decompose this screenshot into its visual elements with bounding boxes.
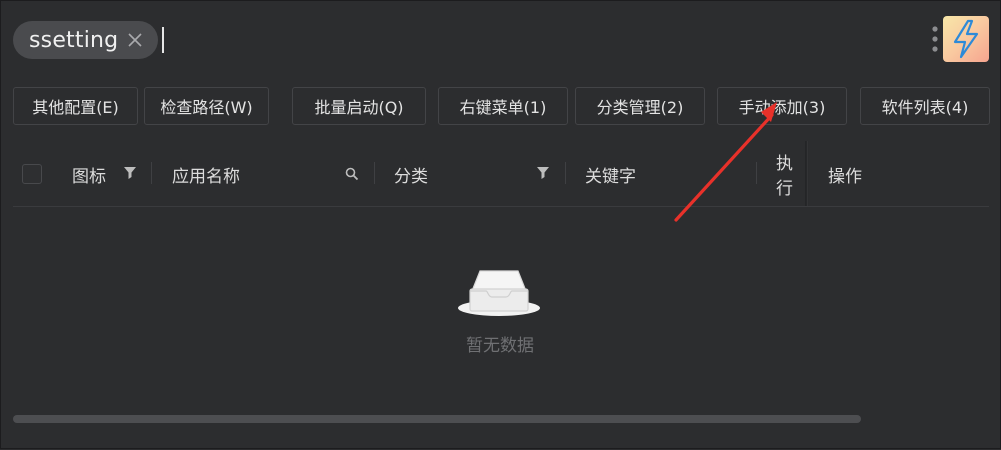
search-icon[interactable]: [345, 166, 359, 185]
select-all-checkbox[interactable]: [22, 164, 42, 184]
search-bar[interactable]: ssetting: [13, 20, 165, 60]
more-menu-icon[interactable]: [930, 24, 940, 54]
column-header-app-name: 应用名称: [172, 166, 240, 187]
close-icon[interactable]: [126, 31, 144, 49]
column-divider: [756, 162, 757, 184]
horizontal-scrollbar[interactable]: [13, 415, 861, 423]
annotation-arrow-icon: [674, 102, 777, 222]
empty-box-icon: [456, 265, 542, 325]
manual-add-button[interactable]: 手动添加(3): [717, 87, 847, 125]
filter-icon[interactable]: [536, 165, 550, 184]
check-path-button[interactable]: 检查路径(W): [144, 87, 269, 125]
filter-icon[interactable]: [123, 165, 137, 184]
other-config-button[interactable]: 其他配置(E): [13, 87, 138, 125]
fixed-column-shadow: [805, 141, 809, 207]
column-header-icon: 图标: [72, 166, 106, 187]
category-manage-button[interactable]: 分类管理(2): [575, 87, 705, 125]
context-menu-button[interactable]: 右键菜单(1): [438, 87, 568, 125]
table-header: 图标 应用名称 分类 关键字 执行 操作: [13, 141, 989, 207]
column-header-category: 分类: [394, 166, 428, 187]
app-logo-icon[interactable]: [943, 16, 989, 62]
search-tag-label: ssetting: [29, 27, 119, 53]
app-window: ssetting 其他配置(E) 检查路径(W) 批量启动(Q) 右键菜单(1)…: [0, 0, 1001, 449]
search-tag[interactable]: ssetting: [13, 21, 159, 59]
column-divider: [565, 162, 566, 184]
column-header-execute: 执行: [776, 154, 793, 199]
toolbar: 其他配置(E) 检查路径(W) 批量启动(Q) 右键菜单(1) 分类管理(2) …: [1, 87, 1001, 127]
text-caret: [162, 27, 165, 53]
header-divider: [13, 206, 989, 207]
column-header-actions: 操作: [828, 166, 862, 187]
column-divider: [151, 162, 152, 184]
empty-state-text: 暂无数据: [466, 336, 534, 356]
software-list-button[interactable]: 软件列表(4): [860, 87, 990, 125]
column-header-keyword: 关键字: [585, 166, 636, 187]
column-divider: [374, 162, 375, 184]
batch-launch-button[interactable]: 批量启动(Q): [292, 87, 426, 125]
